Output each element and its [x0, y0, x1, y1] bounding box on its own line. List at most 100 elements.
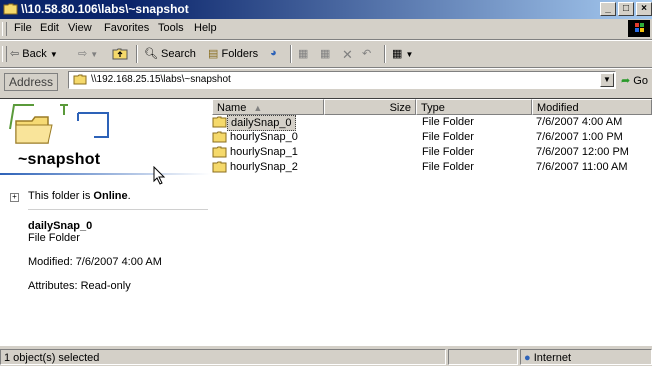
- file-type: File Folder: [422, 116, 474, 128]
- file-modified: 7/6/2007 1:00 PM: [536, 131, 623, 143]
- sort-ascending-icon: ▲: [253, 103, 263, 113]
- delete-button[interactable]: ✕: [342, 47, 353, 63]
- toolbar-grip[interactable]: [2, 46, 7, 62]
- title-bar[interactable]: \\10.58.80.106\labs\~snapshot _ □ ×: [0, 0, 652, 19]
- file-modified: 7/6/2007 12:00 PM: [536, 146, 629, 158]
- details-divider: [28, 209, 208, 210]
- folder-icon: [212, 161, 227, 173]
- file-name: dailySnap_0: [227, 115, 296, 131]
- status-selection-text: 1 object(s) selected: [4, 352, 100, 364]
- search-icon: 🔍︎: [144, 48, 158, 60]
- selected-item-modified: Modified: 7/6/2007 4:00 AM: [28, 256, 162, 268]
- status-bar: 1 object(s) selected ● Internet: [0, 346, 652, 366]
- column-name[interactable]: Name ▲: [212, 99, 324, 115]
- forward-button[interactable]: ⇨ ▼: [78, 47, 98, 60]
- search-label: Search: [161, 48, 196, 60]
- online-status: Online: [93, 190, 128, 202]
- title-divider: [0, 173, 210, 175]
- online-suffix: .: [127, 190, 131, 202]
- column-modified-label: Modified: [537, 102, 579, 114]
- folders-button[interactable]: ▤ Folders: [208, 47, 258, 60]
- selected-item-attributes: Attributes: Read-only: [28, 280, 131, 292]
- expand-toggle-icon[interactable]: +: [10, 193, 19, 202]
- online-prefix: This folder is: [28, 190, 94, 202]
- menu-tools[interactable]: Tools: [158, 22, 184, 34]
- search-button[interactable]: 🔍︎ Search: [144, 47, 196, 60]
- go-label: Go: [633, 75, 648, 87]
- go-arrow-icon: ➦: [621, 75, 631, 87]
- views-icon: ▦: [392, 48, 403, 60]
- menu-bar: File Edit View Favorites Tools Help: [0, 19, 652, 40]
- minimize-button[interactable]: _: [600, 2, 616, 16]
- standard-toolbar: ⇦ Back ▼ ⇨ ▼ 🔍︎ Search ▤ Folders ◕ ▦ ▦ ✕…: [0, 41, 652, 68]
- toolbar-separator: [290, 45, 292, 63]
- back-button[interactable]: ⇦ Back ▼: [10, 47, 58, 60]
- back-label: Back: [22, 48, 47, 60]
- menu-grip[interactable]: [2, 22, 7, 36]
- file-type: File Folder: [422, 161, 474, 173]
- file-row[interactable]: hourlySnap_1 File Folder 7/6/2007 12:00 …: [212, 145, 652, 160]
- forward-dropdown-icon: ▼: [90, 50, 99, 59]
- folders-label: Folders: [221, 48, 259, 60]
- close-button[interactable]: ×: [636, 2, 652, 16]
- folders-icon: ▤: [208, 48, 219, 60]
- file-modified: 7/6/2007 11:00 AM: [536, 161, 628, 173]
- selected-item-type: File Folder: [28, 232, 80, 244]
- maximize-button[interactable]: □: [618, 2, 634, 16]
- folder-icon: [3, 3, 18, 15]
- menu-favorites[interactable]: Favorites: [104, 22, 149, 34]
- menu-help[interactable]: Help: [194, 22, 217, 34]
- column-header: Name ▲ Size Type Modified: [212, 99, 652, 115]
- folder-icon: [212, 131, 227, 143]
- column-size-label: Size: [389, 102, 411, 114]
- move-to-button[interactable]: ▦: [298, 47, 308, 60]
- toolbar-separator: [136, 45, 138, 63]
- column-name-label: Name: [217, 102, 247, 114]
- address-dropdown-button[interactable]: ▼: [600, 73, 614, 87]
- go-button[interactable]: ➦ Go: [621, 74, 648, 87]
- history-button[interactable]: ◕: [270, 47, 277, 59]
- views-dropdown-icon: ▼: [405, 50, 414, 59]
- status-selection: 1 object(s) selected: [0, 349, 446, 365]
- file-row[interactable]: hourlySnap_0 File Folder 7/6/2007 1:00 P…: [212, 130, 652, 145]
- views-button[interactable]: ▦ ▼: [392, 47, 413, 60]
- address-label: Address: [4, 73, 59, 91]
- column-type[interactable]: Type: [416, 99, 532, 115]
- folder-banner-icon: [9, 104, 109, 144]
- menu-view[interactable]: View: [68, 22, 92, 34]
- status-zone: ● Internet: [520, 349, 652, 365]
- up-folder-icon: [112, 48, 128, 60]
- copy-to-button[interactable]: ▦: [320, 47, 330, 60]
- file-name: hourlySnap_1: [230, 146, 298, 158]
- file-row[interactable]: dailySnap_0 File Folder 7/6/2007 4:00 AM: [212, 115, 652, 131]
- address-input[interactable]: \\192.168.25.15\labs\~snapshot ▼: [68, 71, 616, 89]
- delete-icon: ✕: [342, 47, 353, 62]
- web-view-pane: ~snapshot + This folder is Online. daily…: [0, 99, 210, 346]
- folder-icon: [212, 116, 227, 128]
- folder-title: ~snapshot: [18, 151, 101, 168]
- file-type: File Folder: [422, 131, 474, 143]
- toolbar-separator: [384, 45, 386, 63]
- network-folder-icon: [73, 74, 87, 85]
- file-name: hourlySnap_2: [230, 161, 298, 173]
- folder-icon: [212, 146, 227, 158]
- back-arrow-icon: ⇦: [10, 48, 20, 60]
- status-empty-panel: [448, 349, 518, 365]
- menu-edit[interactable]: Edit: [40, 22, 59, 34]
- explorer-content: ~snapshot + This folder is Online. daily…: [0, 98, 652, 346]
- column-modified[interactable]: Modified: [532, 99, 652, 115]
- file-modified: 7/6/2007 4:00 AM: [536, 116, 623, 128]
- file-type: File Folder: [422, 146, 474, 158]
- column-size[interactable]: Size: [324, 99, 416, 115]
- selected-item-name: dailySnap_0: [28, 220, 93, 232]
- forward-arrow-icon: ⇨: [78, 48, 88, 60]
- up-folder-button[interactable]: [112, 47, 128, 61]
- undo-icon: ↶: [362, 48, 372, 60]
- status-zone-text: Internet: [533, 352, 572, 364]
- column-type-label: Type: [421, 102, 445, 114]
- file-row[interactable]: hourlySnap_2 File Folder 7/6/2007 11:00 …: [212, 160, 652, 175]
- file-name: hourlySnap_0: [230, 131, 298, 143]
- address-bar: Address \\192.168.25.15\labs\~snapshot ▼…: [0, 69, 652, 92]
- undo-button[interactable]: ↶: [362, 47, 371, 60]
- menu-file[interactable]: File: [14, 22, 32, 34]
